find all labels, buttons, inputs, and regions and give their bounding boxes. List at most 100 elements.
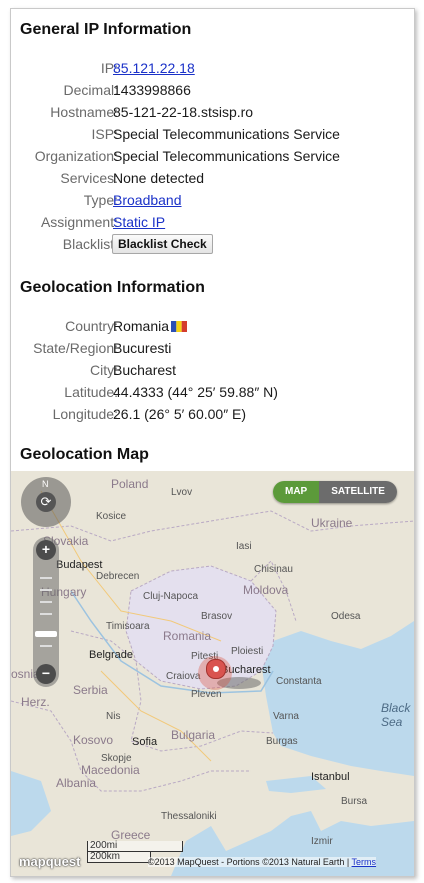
city-row: City: Bucharest: [11, 359, 414, 381]
zoom-slider-thumb[interactable]: [35, 631, 57, 637]
map-view-button[interactable]: MAP: [273, 481, 320, 503]
map-label-debrecen: Debrecen: [96, 571, 140, 582]
longitude-label: Longitude:: [52, 406, 118, 422]
map-label-ploiesti: Ploiesti: [231, 646, 264, 657]
country-row: Country: Romania: [11, 315, 414, 337]
recenter-icon[interactable]: ⟳: [36, 492, 56, 512]
map-label-istanbul: Istanbul: [311, 771, 350, 783]
ip-value[interactable]: 85.121.22.18: [113, 57, 195, 79]
map-label-poland: Poland: [111, 477, 149, 491]
map-label-sofia: Sofia: [132, 736, 158, 748]
latitude-label: Latitude:: [64, 384, 118, 400]
map-label-lvov: Lvov: [171, 487, 193, 498]
map-label-cluj: Cluj-Napoca: [143, 591, 199, 602]
romania-flag-icon: [171, 316, 188, 332]
pan-control[interactable]: N ⟳: [21, 477, 71, 527]
map-label-chisinau: Chisinau: [254, 564, 293, 575]
zoom-tick: [40, 601, 52, 603]
general-ip-heading: General IP Information: [20, 21, 192, 38]
assignment-value[interactable]: Static IP: [113, 211, 165, 233]
hostname-row: Hostname: 85-121-22-18.stsisp.ro: [11, 101, 414, 123]
geolocation-heading: Geolocation Information: [20, 279, 205, 296]
map-label-kosice: Kosice: [96, 511, 127, 522]
map-type-toggle[interactable]: MAP SATELLITE: [273, 481, 397, 503]
map-label-varna: Varna: [273, 711, 299, 722]
satellite-view-button[interactable]: SATELLITE: [319, 481, 397, 503]
services-value: None detected: [113, 170, 205, 186]
country-value-wrap: Romania: [113, 315, 188, 337]
zoom-out-button[interactable]: −: [36, 664, 56, 684]
map-label-timisoara: Timisoara: [106, 621, 150, 632]
map-label-thessaloniki: Thessaloniki: [161, 811, 217, 822]
map-label-kosovo: Kosovo: [73, 733, 114, 747]
decimal-value: 1433998866: [113, 82, 191, 98]
terms-link[interactable]: Terms: [352, 857, 377, 867]
zoom-tick: [40, 589, 52, 591]
map-label-black-sea: Black Sea: [381, 701, 411, 729]
blacklist-check-button[interactable]: Blacklist Check: [112, 234, 213, 254]
type-row: Type: Broadband: [11, 189, 414, 211]
map-label-herz: Herz.: [21, 695, 50, 709]
hostname-label: Hostname:: [50, 104, 118, 120]
location-marker[interactable]: [198, 656, 232, 690]
map-label-romania: Romania: [163, 629, 212, 643]
zoom-in-button[interactable]: +: [36, 540, 56, 560]
scale-km: 200km: [87, 852, 151, 863]
map-label-macedonia: Macedonia: [81, 763, 140, 777]
isp-row: ISP: Special Telecommunications Service: [11, 123, 414, 145]
map-label-craiova: Craiova: [166, 671, 201, 682]
services-row: Services: None detected: [11, 167, 414, 189]
zoom-slider[interactable]: + −: [33, 537, 59, 687]
organization-row: Organization: Special Telecommunications …: [11, 145, 414, 167]
assignment-row: Assignment: Static IP: [11, 211, 414, 233]
map-label-moldova: Moldova: [243, 583, 289, 597]
map-label-skopje: Skopje: [101, 753, 132, 764]
map-label-bulgaria: Bulgaria: [171, 728, 216, 742]
ip-row: IP: 85.121.22.18: [11, 57, 414, 79]
type-value[interactable]: Broadband: [113, 189, 182, 211]
map-label-burgas: Burgas: [266, 736, 298, 747]
map-label-albania: Albania: [56, 776, 97, 790]
city-value: Bucharest: [113, 362, 177, 378]
assignment-label: Assignment:: [40, 214, 118, 230]
map-label-constanta: Constanta: [276, 676, 322, 687]
organization-value: Special Telecommunications Service: [113, 148, 340, 164]
decimal-label: Decimal:: [63, 82, 118, 98]
zoom-tick: [40, 613, 52, 615]
map-copyright: ©2013 MapQuest - Portions ©2013 Natural …: [148, 857, 377, 867]
ip-info-panel: General IP Information IP: 85.121.22.18 De…: [10, 8, 415, 877]
map-pin-icon: [206, 659, 226, 679]
longitude-row: Longitude: 26.1 (26° 5′ 60.00″ E): [11, 403, 414, 425]
zoom-tick: [40, 577, 52, 579]
compass-north-label: N: [42, 479, 49, 489]
services-label: Services:: [60, 170, 118, 186]
map-label-nis: Nis: [106, 711, 121, 722]
map-label-belgrade: Belgrade: [89, 649, 134, 661]
latitude-row: Latitude: 44.4333 (44° 25′ 59.88″ N): [11, 381, 414, 403]
organization-label: Organization:: [34, 148, 118, 164]
map-label-pleven: Pleven: [191, 689, 222, 700]
hostname-value: 85-121-22-18.stsisp.ro: [113, 104, 254, 120]
map-label-izmir: Izmir: [311, 836, 333, 847]
isp-value: Special Telecommunications Service: [113, 126, 340, 142]
geolocation-map[interactable]: Lvov Poland Slovakia Ukraine Budapest Hu…: [11, 471, 414, 876]
map-label-odesa: Odesa: [331, 611, 361, 622]
state-region-label: State/Region:: [33, 340, 118, 356]
map-label-serbia: Serbia: [73, 683, 108, 697]
map-label-brasov: Brasov: [201, 611, 233, 622]
decimal-row: Decimal: 1433998866: [11, 79, 414, 101]
blacklist-row: Blacklist: Blacklist Check: [11, 233, 414, 255]
zoom-tick: [40, 645, 52, 647]
map-label-iasi: Iasi: [236, 541, 252, 552]
mapquest-logo[interactable]: mapquest: [19, 854, 80, 869]
map-label-ukraine: Ukraine: [311, 516, 353, 530]
copyright-text: ©2013 MapQuest - Portions ©2013 Natural …: [148, 857, 352, 867]
blacklist-label: Blacklist:: [62, 236, 118, 252]
map-label-budapest: Budapest: [56, 559, 103, 571]
state-region-value: Bucuresti: [113, 340, 172, 356]
longitude-value: 26.1 (26° 5′ 60.00″ E): [113, 406, 247, 422]
state-region-row: State/Region: Bucuresti: [11, 337, 414, 359]
country-label: Country:: [65, 318, 118, 334]
latitude-value: 44.4333 (44° 25′ 59.88″ N): [113, 384, 278, 400]
country-value: Romania: [113, 318, 170, 334]
